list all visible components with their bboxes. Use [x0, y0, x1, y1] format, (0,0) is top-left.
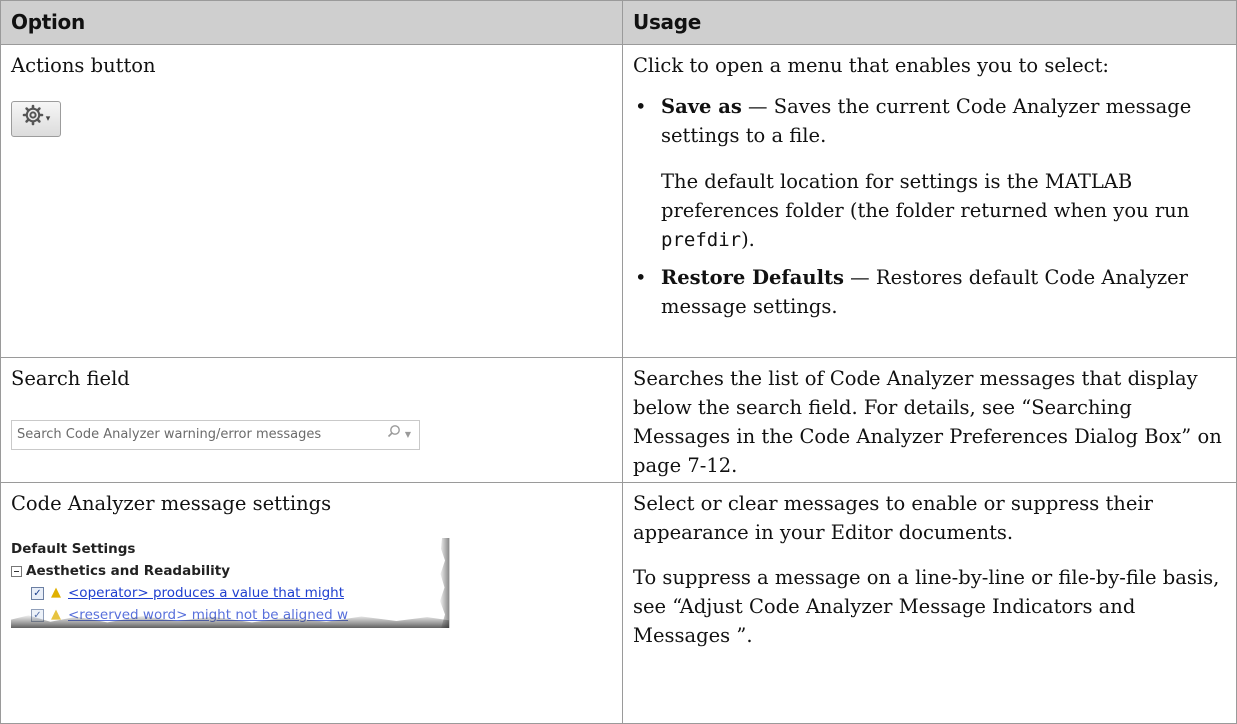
message-row[interactable]: ✓ ▲ <operator> produces a value that mig…: [11, 582, 449, 604]
options-table: Option Usage Actions button ▾ Click to o…: [0, 0, 1237, 724]
list-item: • Save as — Saves the current Code Analy…: [633, 92, 1226, 255]
usage-intro: Click to open a menu that enables you to…: [633, 54, 1109, 77]
default-settings-label: Default Settings: [11, 541, 136, 557]
table-header-row: Option Usage: [0, 0, 1237, 45]
header-option: Option: [0, 0, 623, 45]
default-location-note: The default location for settings is the…: [661, 170, 1190, 222]
table-row: Actions button ▾ Click to open a menu th…: [0, 44, 1237, 358]
warning-triangle-icon: ▲: [51, 585, 61, 600]
table-row: Code Analyzer message settings Default S…: [0, 482, 1237, 724]
category-aesthetics[interactable]: Aesthetics and Readability: [11, 560, 449, 582]
menu-options-list: • Save as — Saves the current Code Analy…: [633, 92, 1226, 321]
gear-icon: [22, 104, 44, 134]
option-title: Actions button: [11, 54, 156, 77]
usage-cell: Click to open a menu that enables you to…: [622, 44, 1237, 358]
dash-separator: —: [843, 266, 876, 289]
chevron-down-icon[interactable]: ▼: [405, 421, 411, 449]
search-input[interactable]: Search Code Analyzer warning/error messa…: [11, 420, 420, 450]
usage-cell: Searches the list of Code Analyzer messa…: [622, 357, 1237, 483]
usage-text: Select or clear messages to enable or su…: [633, 492, 1153, 544]
dash-separator: —: [741, 95, 774, 118]
option-cell: Search field Search Code Analyzer warnin…: [0, 357, 623, 483]
usage-text: Searches the list of Code Analyzer messa…: [633, 367, 1222, 477]
option-title: Code Analyzer message settings: [11, 492, 332, 515]
table-row: Search field Search Code Analyzer warnin…: [0, 357, 1237, 483]
note-end: ).: [741, 228, 755, 251]
prefdir-code: prefdir: [661, 229, 742, 251]
magnifier-icon[interactable]: [387, 421, 401, 449]
chevron-down-icon: ▾: [45, 113, 51, 124]
option-title: Search field: [11, 367, 130, 390]
option-term: Save as: [661, 95, 742, 118]
list-item: • Restore Defaults — Restores default Co…: [633, 263, 1226, 321]
bullet-icon: •: [635, 95, 647, 118]
category-label: Aesthetics and Readability: [26, 563, 230, 579]
bullet-icon: •: [635, 266, 647, 289]
search-placeholder: Search Code Analyzer warning/error messa…: [17, 427, 322, 442]
message-settings-preview: Default Settings Aesthetics and Readabil…: [11, 538, 450, 628]
checkbox[interactable]: ✓: [31, 586, 44, 600]
actions-button[interactable]: ▾: [11, 101, 61, 137]
option-cell: Code Analyzer message settings Default S…: [0, 482, 623, 724]
collapse-icon[interactable]: [11, 565, 22, 577]
option-term: Restore Defaults: [661, 266, 844, 289]
header-usage: Usage: [622, 0, 1237, 45]
message-link[interactable]: <operator> produces a value that might: [68, 582, 344, 604]
usage-text-suppress: To suppress a message on a line-by-line …: [633, 566, 1220, 647]
option-cell: Actions button ▾: [0, 44, 623, 358]
usage-cell: Select or clear messages to enable or su…: [622, 482, 1237, 724]
